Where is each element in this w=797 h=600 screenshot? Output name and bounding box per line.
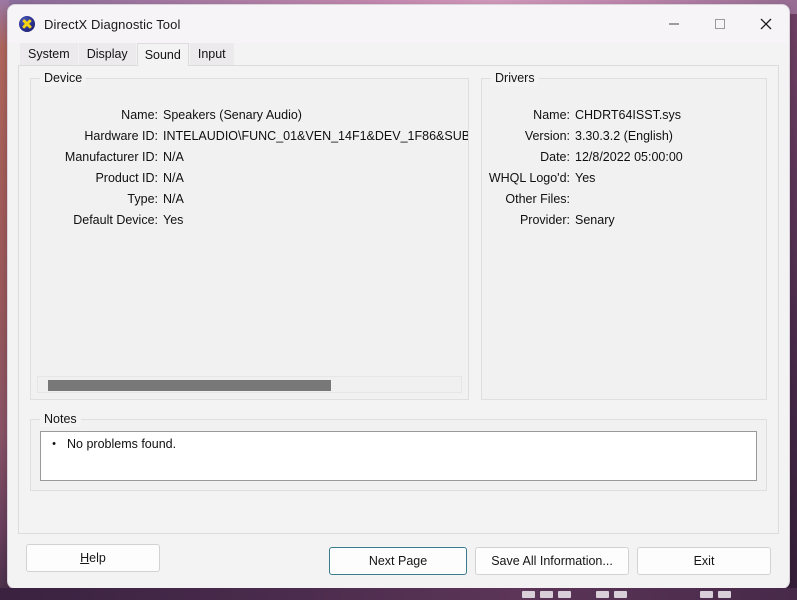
- directx-icon: [19, 16, 35, 32]
- device-value-product-id: N/A: [163, 171, 184, 185]
- panels-row: Device Name: Speakers (Senary Audio) Har…: [30, 71, 767, 400]
- taskbar-item[interactable]: [596, 591, 609, 598]
- drivers-label-name: Name:: [533, 108, 570, 122]
- device-horizontal-scrollbar[interactable]: [37, 376, 462, 393]
- notes-group-legend: Notes: [40, 412, 81, 427]
- footer-right-buttons: Next Page Save All Information... Exit: [329, 534, 771, 588]
- device-row-product-id: Product ID: N/A: [31, 171, 468, 192]
- save-all-information-button[interactable]: Save All Information...: [475, 547, 629, 575]
- drivers-rows: Name: CHDRT64ISST.sys Version: 3.30.3.2 …: [482, 87, 766, 234]
- exit-button[interactable]: Exit: [637, 547, 771, 575]
- drivers-label-whql: WHQL Logo'd:: [488, 171, 570, 185]
- taskbar-item[interactable]: [700, 591, 713, 598]
- notes-bullet-icon: •: [52, 438, 56, 450]
- device-group-legend: Device: [40, 71, 87, 86]
- taskbar: [0, 588, 797, 600]
- drivers-label-provider: Provider:: [519, 213, 570, 227]
- minimize-icon: [669, 23, 679, 25]
- device-row-manufacturer-id: Manufacturer ID: N/A: [31, 150, 468, 171]
- help-label-rest: elp: [89, 551, 106, 565]
- device-scrollbar-thumb[interactable]: [48, 380, 331, 391]
- device-group: Device Name: Speakers (Senary Audio) Har…: [30, 71, 469, 400]
- tab-input[interactable]: Input: [189, 43, 234, 65]
- close-button[interactable]: [743, 5, 789, 43]
- taskbar-item[interactable]: [718, 591, 731, 598]
- device-label-manufacturer-id: Manufacturer ID:: [64, 150, 158, 164]
- title-bar: DirectX Diagnostic Tool: [8, 5, 789, 43]
- next-page-button[interactable]: Next Page: [329, 547, 467, 575]
- device-label-default-device: Default Device:: [73, 213, 158, 227]
- device-value-default-device: Yes: [163, 213, 184, 227]
- notes-group: Notes • No problems found.: [30, 412, 767, 491]
- minimize-button[interactable]: [651, 5, 697, 43]
- drivers-value-name: CHDRT64ISST.sys: [575, 108, 682, 122]
- tab-sound[interactable]: Sound: [136, 43, 189, 66]
- tab-strip: System Display Sound Input: [8, 43, 789, 66]
- device-value-hardware-id: INTELAUDIO\FUNC_01&VEN_14F1&DEV_1F86&SUB…: [163, 129, 468, 143]
- drivers-value-date: 12/8/2022 05:00:00: [575, 150, 683, 164]
- window-controls: [651, 5, 789, 43]
- taskbar-item[interactable]: [540, 591, 553, 598]
- drivers-group: Drivers Name: CHDRT64ISST.sys Version: 3…: [481, 71, 767, 400]
- footer-button-bar: Help Next Page Save All Information... E…: [8, 534, 789, 588]
- notes-text: No problems found.: [67, 437, 177, 451]
- device-value-type: N/A: [163, 192, 184, 206]
- drivers-label-version: Version:: [524, 129, 570, 143]
- notes-textbox[interactable]: • No problems found.: [40, 431, 757, 481]
- device-label-type: Type:: [127, 192, 158, 206]
- device-rows: Name: Speakers (Senary Audio) Hardware I…: [31, 87, 468, 234]
- help-accel-letter: H: [80, 551, 90, 565]
- drivers-row-other-files: Other Files:: [482, 192, 766, 213]
- close-icon: [760, 18, 772, 30]
- tab-system[interactable]: System: [20, 43, 78, 65]
- drivers-label-date: Date:: [540, 150, 570, 164]
- device-value-manufacturer-id: N/A: [163, 150, 184, 164]
- device-row-type: Type: N/A: [31, 192, 468, 213]
- device-row-name: Name: Speakers (Senary Audio): [31, 108, 468, 129]
- drivers-value-version: 3.30.3.2 (English): [575, 129, 673, 143]
- taskbar-item[interactable]: [614, 591, 627, 598]
- drivers-row-version: Version: 3.30.3.2 (English): [482, 129, 766, 150]
- device-label-name: Name:: [121, 108, 158, 122]
- tab-display[interactable]: Display: [78, 43, 136, 65]
- taskbar-item[interactable]: [558, 591, 571, 598]
- maximize-icon: [715, 19, 725, 29]
- drivers-row-name: Name: CHDRT64ISST.sys: [482, 108, 766, 129]
- drivers-group-legend: Drivers: [491, 71, 539, 86]
- drivers-label-other-files: Other Files:: [505, 192, 570, 206]
- drivers-row-whql: WHQL Logo'd: Yes: [482, 171, 766, 192]
- drivers-value-whql: Yes: [575, 171, 596, 185]
- maximize-button[interactable]: [697, 5, 743, 43]
- drivers-row-provider: Provider: Senary: [482, 213, 766, 234]
- device-row-hardware-id: Hardware ID: INTELAUDIO\FUNC_01&VEN_14F1…: [31, 129, 468, 150]
- device-label-product-id: Product ID:: [95, 171, 158, 185]
- drivers-value-provider: Senary: [575, 213, 615, 227]
- notes-line: • No problems found.: [41, 432, 756, 452]
- taskbar-item[interactable]: [522, 591, 535, 598]
- drivers-row-date: Date: 12/8/2022 05:00:00: [482, 150, 766, 171]
- device-label-hardware-id: Hardware ID:: [84, 129, 158, 143]
- directx-diagnostic-window: DirectX Diagnostic Tool System Display S…: [7, 4, 790, 589]
- device-value-name: Speakers (Senary Audio): [163, 108, 302, 122]
- help-button[interactable]: Help: [26, 544, 160, 572]
- desktop-background: DirectX Diagnostic Tool System Display S…: [0, 0, 797, 600]
- tab-content-sound: Device Name: Speakers (Senary Audio) Har…: [18, 65, 779, 534]
- window-title: DirectX Diagnostic Tool: [44, 16, 181, 32]
- device-row-default-device: Default Device: Yes: [31, 213, 468, 234]
